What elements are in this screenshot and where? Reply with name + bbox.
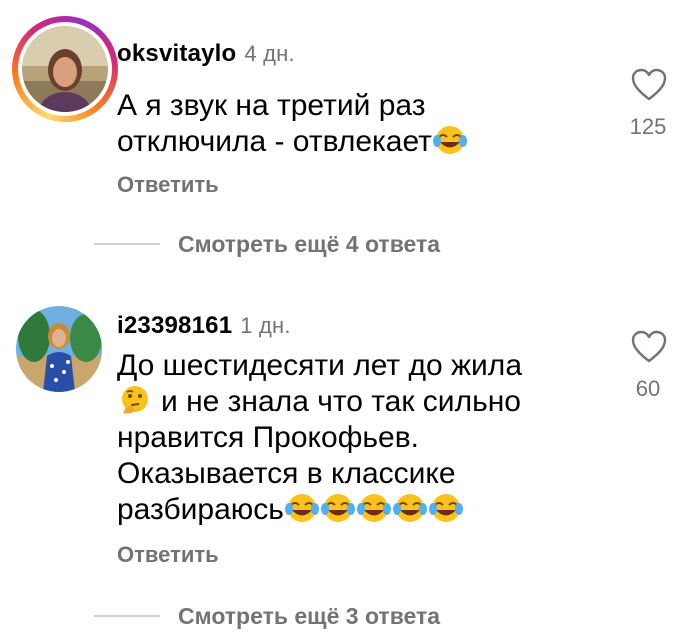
view-more-divider [94,243,160,245]
comment-item: oksvitaylo 4 дн. А я звук на третий раз о… [0,0,697,270]
face-with-tears-of-joy-emoji [320,494,355,522]
view-more-replies-button[interactable]: Смотреть ещё 3 ответа [178,603,440,630]
face-with-tears-of-joy-emoji [284,494,319,522]
comment-text: А я звук на третий раз отключила - отвле… [117,88,587,160]
comment-text-fragment: разбираюсь [117,493,284,526]
thinking-face-emoji [122,386,148,414]
comment-text-fragment: и не знала что так сильно [161,385,521,418]
comment-time: 1 дн. [240,313,291,338]
comment-username[interactable]: oksvitaylo 4 дн. [117,40,295,68]
comment-item: i23398161 1 дн. До шестидесяти лет до жил… [0,290,697,637]
comment-text-fragment: отключила - отвлекает [117,125,432,158]
face-with-tears-of-joy-emoji [392,494,427,522]
comment-text-line: нравится Прокофьев. [117,421,419,454]
comment-text: До шестидесяти лет до жила и не знала чт… [117,348,587,528]
like-count: 60 [635,376,661,401]
face-with-tears-of-joy-emoji [356,494,391,522]
comment-text-line: Оказывается в классике [117,457,456,490]
comment-text-line: До шестидесяти лет до жила [117,349,522,382]
comment-username[interactable]: i23398161 1 дн. [117,312,291,340]
username-text[interactable]: i23398161 [117,312,232,339]
face-with-tears-of-joy-emoji [428,494,463,522]
comment-time: 4 дн. [244,41,295,66]
avatar-photo [22,26,108,112]
avatar[interactable] [10,14,120,124]
username-text[interactable]: oksvitaylo [117,40,236,67]
view-more-divider [94,615,160,617]
reply-button[interactable]: Ответить [117,542,219,568]
like-count: 125 [629,114,667,139]
comment-text-line: разбираюсь [117,492,587,528]
reply-button[interactable]: Ответить [117,172,219,198]
view-more-replies-button[interactable]: Смотреть ещё 4 ответа [178,231,440,258]
heart-outline-icon[interactable] [630,330,668,364]
face-with-tears-of-joy-emoji [432,126,467,154]
heart-outline-icon[interactable] [630,68,668,102]
comment-text-line: отключила - отвлекает [117,124,587,160]
comment-text-line: А я звук на третий раз [117,89,426,122]
avatar[interactable] [16,306,102,392]
comment-text-line: и не знала что так сильно [117,384,587,420]
